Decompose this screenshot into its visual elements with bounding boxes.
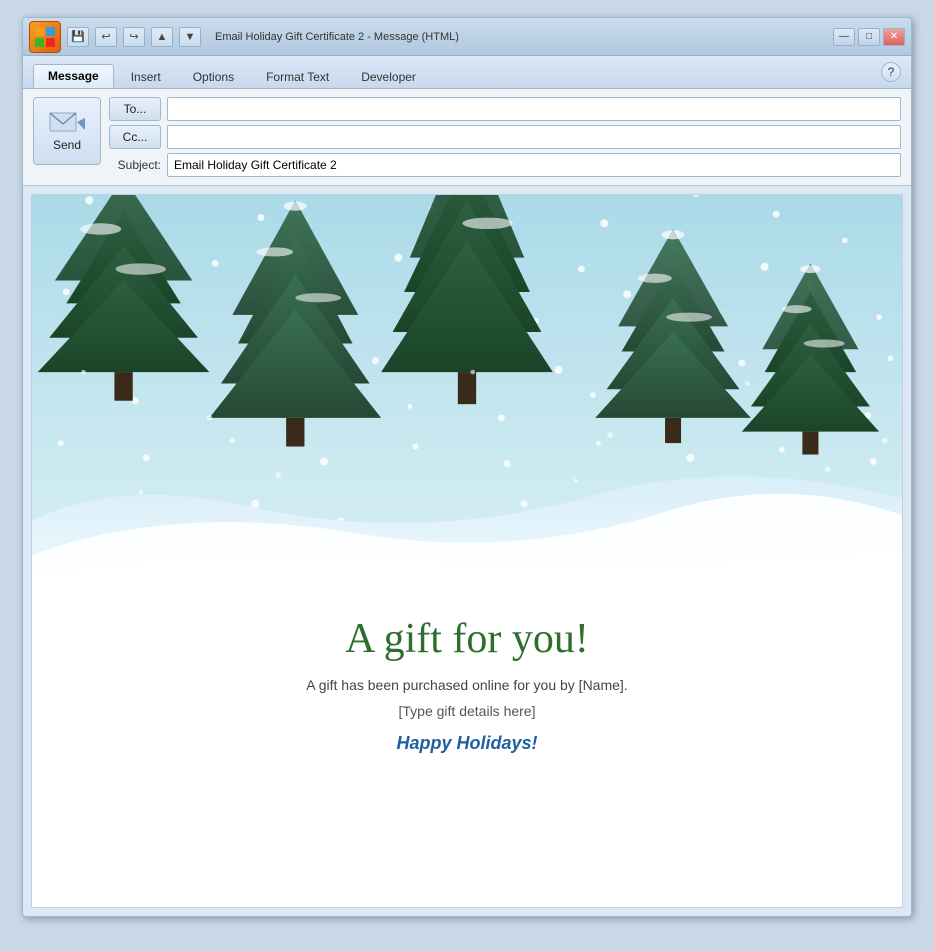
to-row: To... xyxy=(109,97,901,121)
tab-developer[interactable]: Developer xyxy=(346,65,431,88)
ribbon-tabs: Message Insert Options Format Text Devel… xyxy=(23,56,911,88)
send-icon xyxy=(49,110,85,136)
cc-button[interactable]: Cc... xyxy=(109,125,161,149)
tab-insert[interactable]: Insert xyxy=(116,65,176,88)
email-fields: To... Cc... Subject: xyxy=(109,97,901,177)
gift-closing: Happy Holidays! xyxy=(72,733,862,754)
tab-format-text[interactable]: Format Text xyxy=(251,65,344,88)
gift-content: A gift for you! A gift has been purchase… xyxy=(32,595,902,784)
title-text: Email Holiday Gift Certificate 2 - Messa… xyxy=(215,31,459,43)
send-button[interactable]: Send xyxy=(33,97,101,165)
gift-details: [Type gift details here] xyxy=(72,703,862,719)
to-input[interactable] xyxy=(167,97,901,121)
save-quick-btn[interactable]: 💾 xyxy=(67,27,89,47)
gift-subtitle: A gift has been purchased online for you… xyxy=(72,677,862,693)
to-button[interactable]: To... xyxy=(109,97,161,121)
subject-label: Subject: xyxy=(109,158,161,172)
redo-quick-btn[interactable]: ↪ xyxy=(123,27,145,47)
help-button[interactable]: ? xyxy=(881,62,901,82)
gift-title: A gift for you! xyxy=(72,615,862,663)
cc-input[interactable] xyxy=(167,125,901,149)
office-logo-icon xyxy=(29,21,61,53)
undo-quick-btn[interactable]: ↩ xyxy=(95,27,117,47)
minimize-button[interactable]: — xyxy=(833,28,855,46)
ribbon: Message Insert Options Format Text Devel… xyxy=(23,56,911,89)
restore-button[interactable]: □ xyxy=(858,28,880,46)
tab-message[interactable]: Message xyxy=(33,64,114,88)
down-quick-btn[interactable]: ▼ xyxy=(179,27,201,47)
email-body: A gift for you! A gift has been purchase… xyxy=(31,194,903,908)
holiday-image xyxy=(32,195,902,595)
window-controls: — □ ✕ xyxy=(833,28,905,46)
subject-input[interactable] xyxy=(167,153,901,177)
outlook-window: 💾 ↩ ↪ ▲ ▼ Email Holiday Gift Certificate… xyxy=(22,17,912,917)
cc-row: Cc... xyxy=(109,125,901,149)
email-form: Send To... Cc... Subject: xyxy=(23,89,911,186)
tab-options[interactable]: Options xyxy=(178,65,249,88)
close-button[interactable]: ✕ xyxy=(883,28,905,46)
send-label: Send xyxy=(53,138,81,152)
up-quick-btn[interactable]: ▲ xyxy=(151,27,173,47)
title-bar-left: 💾 ↩ ↪ ▲ ▼ Email Holiday Gift Certificate… xyxy=(29,21,459,53)
title-bar: 💾 ↩ ↪ ▲ ▼ Email Holiday Gift Certificate… xyxy=(23,18,911,56)
subject-row: Subject: xyxy=(109,153,901,177)
